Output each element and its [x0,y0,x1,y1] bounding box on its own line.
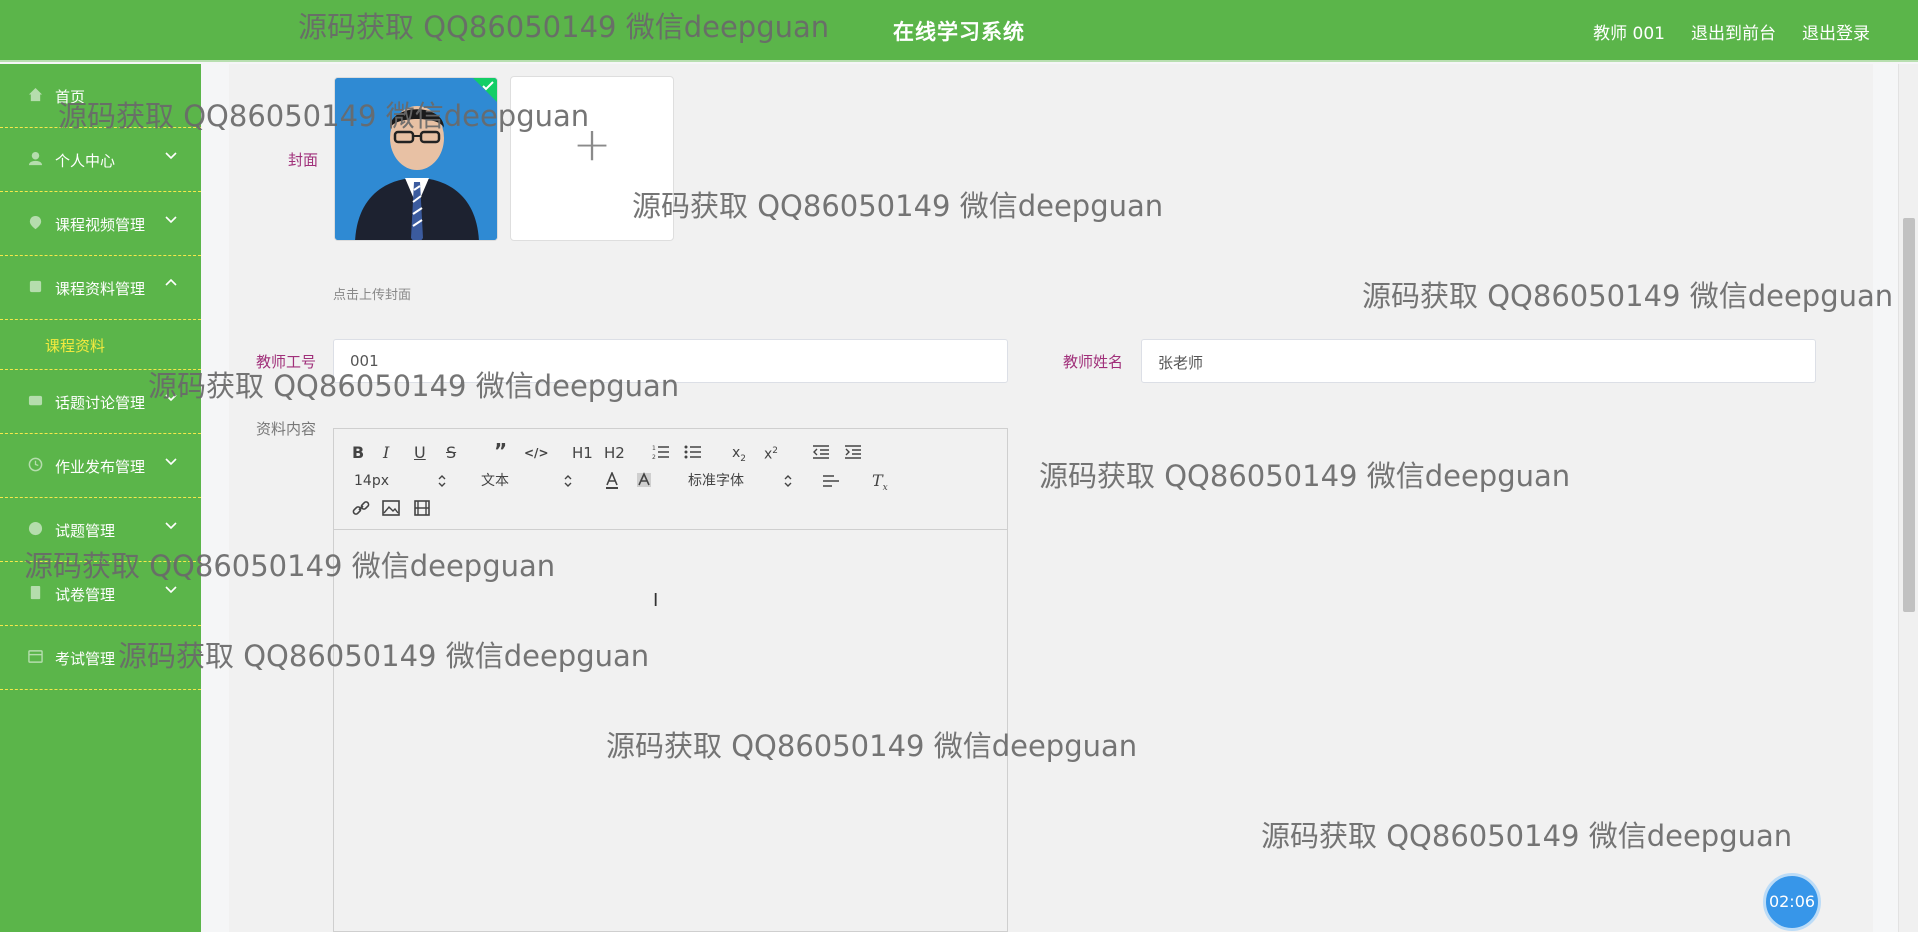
blockquote-icon[interactable]: ” [494,441,507,461]
sidebar-item-paper[interactable]: 试卷管理 [0,562,201,626]
portrait-photo [335,78,497,240]
font-family-select[interactable]: 标准字体 [688,471,744,491]
heading2-icon[interactable]: H2 [604,443,625,463]
sidebar-item-label: 试题管理 [55,522,116,540]
upload-cover-button[interactable]: + [510,76,674,241]
chevron-down-icon [165,394,177,402]
text-type-select[interactable]: 文本 [481,471,509,491]
sidebar-item-course-material[interactable]: 课程资料管理 [0,256,201,320]
cover-image[interactable] [334,77,498,241]
sidebar-item-home[interactable]: 首页 [0,64,201,128]
content-label: 资料内容 [256,420,317,438]
cover-upload-hint: 点击上传封面 [333,288,412,303]
text-cursor-icon: I [653,590,659,611]
italic-icon[interactable]: I [383,443,389,463]
clock-icon [28,457,43,472]
bullet-list-icon[interactable] [684,444,702,460]
sidebar-item-exam[interactable]: 考试管理 [0,626,201,690]
sidebar: 首页 个人中心 课程视频管理 课程资料管理 课程资料 话题讨论管理 作业发布管理… [0,64,201,932]
clear-format-icon[interactable]: Tx [872,471,888,498]
sidebar-item-label: 首页 [55,88,86,106]
chat-icon [28,395,43,406]
svg-text:2: 2 [652,454,656,460]
sidebar-item-label: 课程视频管理 [55,216,146,234]
plus-icon: + [572,117,612,171]
cover-label: 封面 [288,151,319,169]
bold-icon[interactable]: B [352,443,364,463]
exam-icon [28,650,43,663]
question-icon [28,521,43,536]
sidebar-subitem-course-material[interactable]: 课程资料 [0,320,201,370]
editor-toolbar: B I U S ” </> H1 H2 12 x2 x2 14px 文本 标准字… [334,429,1007,530]
sidebar-item-label: 话题讨论管理 [55,394,146,412]
link-icon[interactable] [352,499,370,517]
exit-to-front-link[interactable]: 退出到前台 [1691,19,1776,44]
background-color-icon[interactable] [636,472,652,490]
underline-icon[interactable]: U [414,443,426,463]
teacher-name-label: 教师姓名 [1063,353,1124,371]
video-embed-icon[interactable] [414,500,430,516]
sidebar-item-course-video[interactable]: 课程视频管理 [0,192,201,256]
sidebar-item-topic-discussion[interactable]: 话题讨论管理 [0,370,201,434]
indent-icon[interactable] [844,444,862,460]
chevron-up-icon [165,278,177,286]
logout-link[interactable]: 退出登录 [1802,19,1870,44]
font-size-select[interactable]: 14px [354,471,389,491]
teacher-no-input[interactable]: 001 [333,339,1008,383]
select-arrows-icon [438,475,446,487]
video-icon [29,215,42,230]
scrollbar-thumb[interactable] [1903,218,1915,612]
chevron-down-icon [165,458,177,466]
teacher-name-input[interactable]: 张老师 [1141,339,1816,383]
rich-text-editor: B I U S ” </> H1 H2 12 x2 x2 14px 文本 标准字… [333,428,1008,932]
check-icon [482,81,494,91]
document-icon [29,280,42,293]
sidebar-item-label: 个人中心 [55,152,116,170]
sidebar-item-personal-center[interactable]: 个人中心 [0,128,201,192]
font-color-icon[interactable] [604,472,620,490]
chevron-down-icon [165,522,177,530]
strikethrough-icon[interactable]: S [446,443,456,463]
sidebar-item-homework[interactable]: 作业发布管理 [0,434,201,498]
superscript-icon[interactable]: x2 [764,441,778,465]
current-user[interactable]: 教师 001 [1593,19,1665,44]
image-icon[interactable] [382,500,400,516]
ordered-list-icon[interactable]: 12 [652,444,670,460]
code-block-icon[interactable]: </> [524,443,549,463]
sidebar-item-label: 作业发布管理 [55,458,146,476]
heading1-icon[interactable]: H1 [572,443,593,463]
chevron-down-icon [165,586,177,594]
align-left-icon[interactable] [822,474,840,488]
sidebar-item-label: 考试管理 [55,650,116,668]
user-icon [28,151,43,166]
chevron-down-icon [165,152,177,160]
subscript-icon[interactable]: x2 [732,443,746,469]
teacher-no-label: 教师工号 [256,353,317,371]
header-actions: 教师 001 退出到前台 退出登录 [1593,19,1870,44]
svg-text:1: 1 [652,445,656,452]
select-arrows-icon [784,475,792,487]
sidebar-item-label: 课程资料管理 [55,280,146,298]
sidebar-item-question-bank[interactable]: 试题管理 [0,498,201,562]
sidebar-item-label: 试卷管理 [55,586,116,604]
top-header: 在线学习系统 教师 001 退出到前台 退出登录 [0,0,1918,62]
select-arrows-icon [564,475,572,487]
page-scrollbar[interactable] [1898,64,1918,932]
timer-badge[interactable]: 02:06 [1763,873,1821,931]
home-icon [28,87,43,102]
sidebar-subitem-label: 课程资料 [45,337,106,355]
paper-icon [30,585,41,600]
outdent-icon[interactable] [812,444,830,460]
chevron-down-icon [165,216,177,224]
